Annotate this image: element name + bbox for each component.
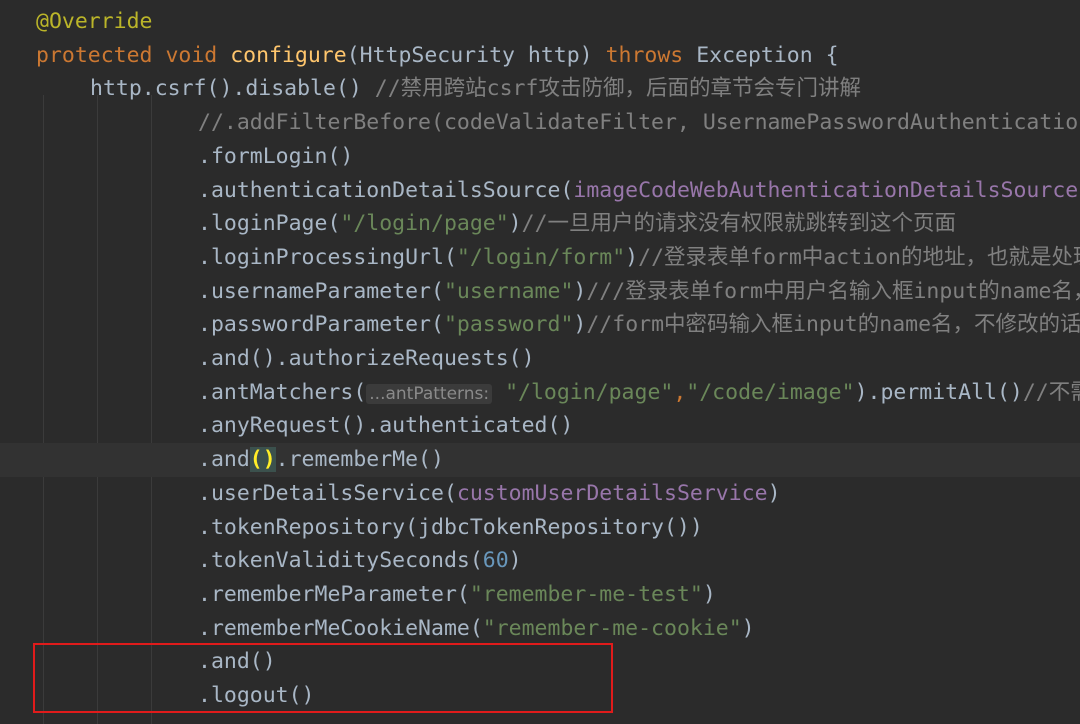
code-comment: //不需要通过登录验证就可以被访问的资源路径 (1022, 379, 1080, 405)
string-literal: "remember-me-test" (469, 581, 703, 607)
code-token: .logout() (198, 683, 315, 708)
code-token: .and (198, 447, 250, 473)
code-token: ) (573, 312, 587, 338)
code-line[interactable]: .tokenValiditySeconds(60) (0, 544, 1080, 578)
code-token: .tokenRepository(jdbcTokenRepository()) (198, 514, 703, 540)
code-token: .usernameParameter( (198, 278, 444, 304)
code-token: .userDetailsService( (198, 480, 457, 506)
code-line[interactable]: .anyRequest().authenticated() (0, 409, 1080, 443)
code-token: .loginPage( (198, 211, 341, 237)
code-token: .rememberMe() (275, 447, 444, 473)
code-line[interactable]: .loginProcessingUrl("/login/form")//登录表单… (0, 241, 1080, 275)
code-line[interactable]: .userDetailsService(customUserDetailsSer… (0, 477, 1080, 511)
code-comment: //.addFilterBefore(codeValidateFilter, U… (198, 110, 1080, 136)
code-token: .anyRequest().authenticated() (198, 413, 574, 439)
code-token: 60 (482, 548, 509, 574)
code-token: ) (508, 548, 522, 574)
code-editor[interactable]: @Override protected void configure(HttpSe… (0, 0, 1080, 724)
code-token: .authenticationDetailsSource( (198, 177, 574, 203)
string-literal: "/login/form" (456, 244, 626, 270)
code-token: imageCodeWebAuthenticationDetailsSource (573, 177, 1079, 203)
string-literal: "remember-me-cookie" (482, 615, 742, 641)
code-token: (HttpSecurity http) (346, 42, 606, 68)
code-line[interactable]: .and().rememberMe() (0, 443, 1080, 477)
code-line[interactable]: .tokenRepository(jdbcTokenRepository()) (0, 511, 1080, 545)
keyword-token: , (673, 379, 687, 405)
code-token: ).permitAll() (854, 379, 1023, 405)
code-line[interactable]: .authenticationDetailsSource(imageCodeWe… (0, 174, 1080, 208)
code-comment: ///登录表单form中用户名输入框input的name名，不修改的话默认是us… (586, 278, 1080, 304)
code-token: ) (625, 244, 639, 270)
code-line[interactable]: .passwordParameter("password")//form中密码输… (0, 308, 1080, 342)
code-token: ) (508, 211, 522, 237)
matched-brace: () (249, 447, 276, 473)
code-line[interactable]: .antMatchers(...antPatterns: "/login/pag… (0, 376, 1080, 410)
code-token: configure (230, 42, 347, 68)
string-literal: "/code/image" (686, 379, 855, 405)
code-line[interactable]: .usernameParameter("username")///登录表单for… (0, 275, 1080, 309)
code-comment: //登录表单form中action的地址，也就是处理认证请求的路径 (638, 244, 1080, 270)
code-token: Exception { (683, 42, 839, 68)
code-token: .rememberMeCookieName( (198, 615, 483, 641)
code-token: .loginProcessingUrl( (198, 244, 457, 270)
code-line[interactable]: .formLogin() (0, 140, 1080, 174)
string-literal: "password" (443, 312, 574, 338)
string-literal: "/login/page" (505, 379, 674, 405)
code-comment: //form中密码输入框input的name名，不修改的话默认是password (586, 312, 1080, 338)
code-token: .passwordParameter( (198, 312, 444, 338)
code-token: .formLogin() (198, 143, 354, 169)
code-line[interactable]: .rememberMeParameter("remember-me-test") (0, 578, 1080, 612)
code-line[interactable]: .and() (0, 645, 1080, 679)
keyword-token: protected (36, 42, 153, 68)
code-comment: //一旦用户的请求没有权限就跳转到这个页面 (521, 211, 957, 237)
code-token: ) (767, 480, 781, 506)
code-line[interactable]: .loginPage("/login/page")//一旦用户的请求没有权限就跳… (0, 207, 1080, 241)
code-line[interactable]: protected void configure(HttpSecurity ht… (0, 39, 1080, 73)
code-token: ) (702, 581, 716, 607)
code-token: .tokenValiditySeconds( (198, 548, 483, 574)
string-literal: "username" (443, 278, 574, 304)
keyword-token: throws (605, 42, 684, 68)
code-comment: //禁用跨站csrf攻击防御，后面的章节会专门讲解 (374, 76, 861, 102)
code-line[interactable]: //.addFilterBefore(codeValidateFilter, U… (0, 106, 1080, 140)
code-token: .and() (198, 649, 276, 675)
code-token: ) (573, 278, 587, 304)
code-line[interactable]: .rememberMeCookieName("remember-me-cooki… (0, 612, 1080, 646)
code-token: .antMatchers( (198, 379, 367, 405)
code-token: ) (741, 615, 755, 641)
code-line[interactable]: .and().authorizeRequests() (0, 342, 1080, 376)
code-line[interactable]: http.csrf().disable() //禁用跨站csrf攻击防御，后面的… (0, 72, 1080, 106)
code-line[interactable]: @Override (0, 5, 1080, 39)
string-literal: "/login/page" (340, 211, 509, 237)
code-token: http.csrf().disable() (90, 76, 375, 102)
code-token: .rememberMeParameter( (198, 581, 470, 607)
code-token: @Override (36, 9, 153, 34)
code-line[interactable]: .logout() (0, 679, 1080, 713)
parameter-inlay-hint: ...antPatterns: (366, 383, 493, 404)
code-token: customUserDetailsService (456, 480, 768, 506)
code-token: .and().authorizeRequests() (198, 346, 535, 371)
keyword-token: void (165, 42, 218, 68)
